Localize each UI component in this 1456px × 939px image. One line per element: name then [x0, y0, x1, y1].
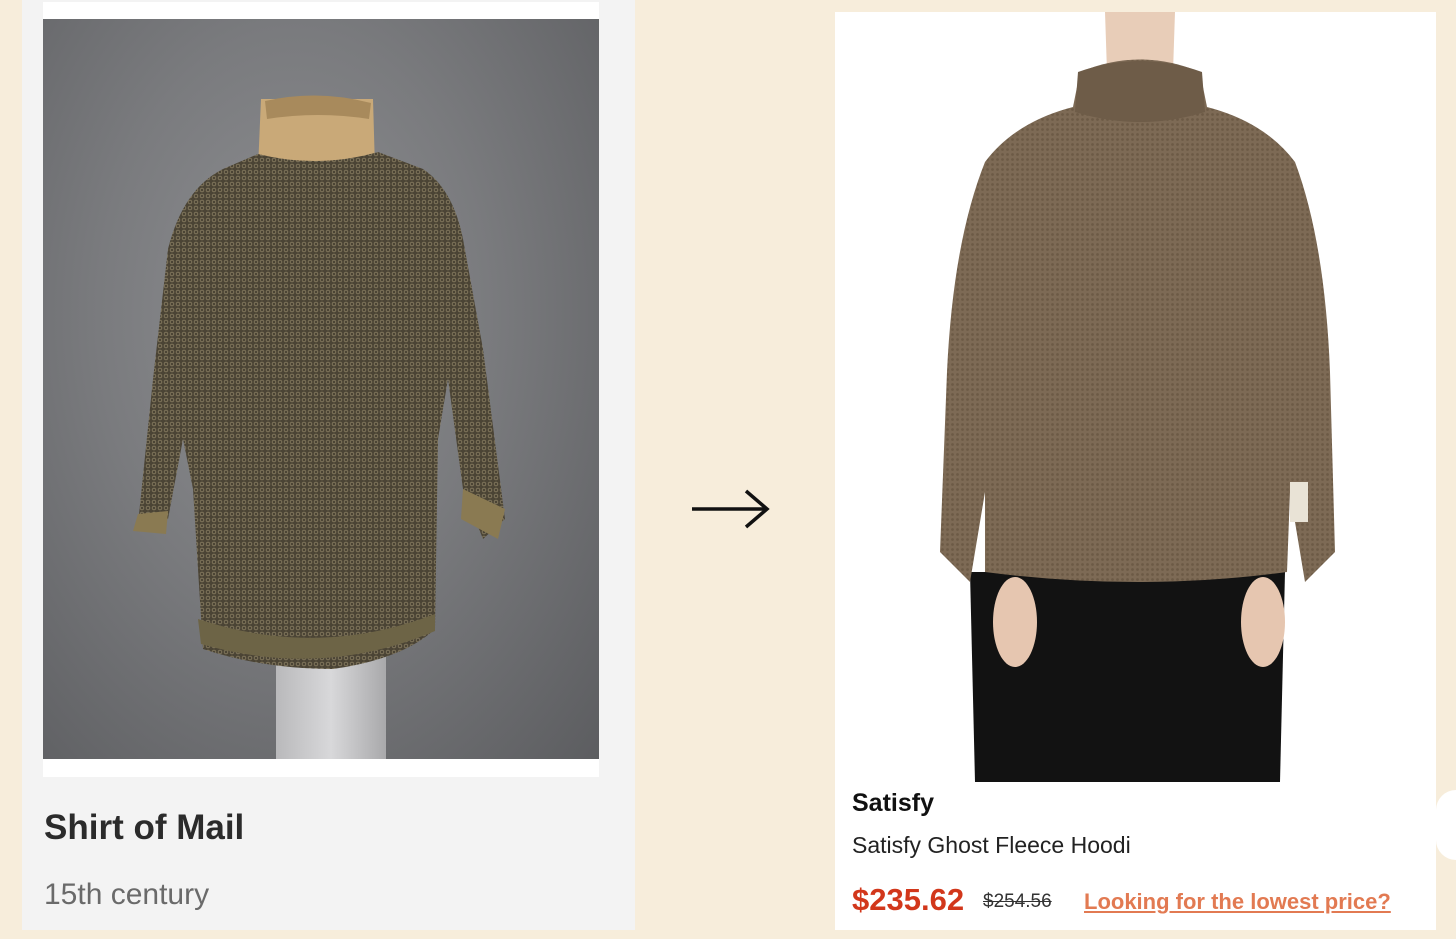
hoodie-illustration — [940, 12, 1335, 782]
price-row: $235.62 $254.56 Looking for the lowest p… — [852, 882, 1442, 922]
right-arrow-icon — [692, 489, 770, 529]
sale-price: $235.62 — [852, 882, 965, 917]
product-name[interactable]: Satisfy Ghost Fleece Hoodi — [852, 832, 1131, 859]
adjacent-card-edge — [1436, 790, 1456, 860]
lowest-price-link[interactable]: Looking for the lowest price? — [1084, 889, 1391, 915]
original-price: $254.56 — [983, 891, 1052, 912]
hoodie-product-image[interactable] — [835, 12, 1436, 782]
product-brand[interactable]: Satisfy — [852, 789, 934, 818]
chainmail-illustration — [133, 95, 505, 759]
product-card[interactable]: Satisfy Satisfy Ghost Fleece Hoodi $235.… — [835, 12, 1436, 930]
museum-object-date: 15th century — [44, 878, 210, 911]
museum-object-card[interactable]: Shirt of Mail 15th century — [22, 0, 635, 930]
shirt-of-mail-image[interactable] — [43, 19, 599, 759]
museum-object-title[interactable]: Shirt of Mail — [44, 808, 244, 848]
museum-photo-frame — [43, 2, 599, 777]
